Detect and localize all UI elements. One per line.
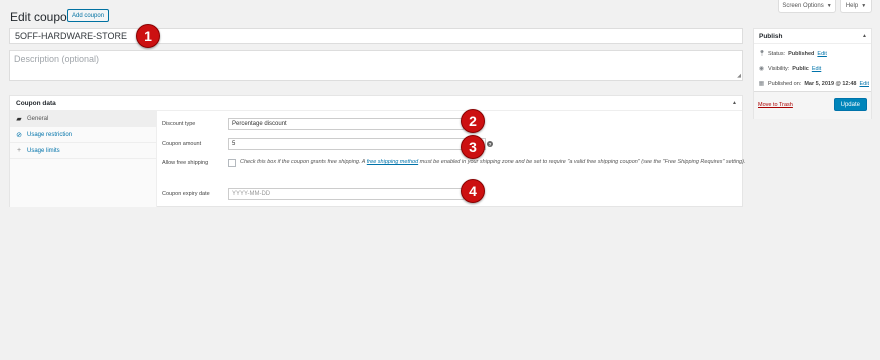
free-shipping-label: Allow free shipping xyxy=(162,160,209,166)
visibility-row: ◉ Visibility: Public Edit xyxy=(758,65,821,73)
collapse-icon[interactable]: ▲ xyxy=(862,33,867,39)
screen-options-label: Screen Options xyxy=(782,3,824,9)
status-row: 📍︎ Status: Published Edit xyxy=(758,50,827,58)
visibility-label: Visibility: xyxy=(768,65,790,72)
published-row: ▦ Published on: Mar 5, 2019 @ 12:48 Edit xyxy=(758,80,869,88)
published-label: Published on: xyxy=(768,80,802,87)
coupon-code-input[interactable]: 5OFF-HARDWARE-STORE xyxy=(9,28,743,44)
status-value: Published xyxy=(788,50,815,57)
coupon-amount-label: Coupon amount xyxy=(162,141,202,147)
resize-handle-icon[interactable]: ◢ xyxy=(737,73,741,79)
status-edit-link[interactable]: Edit xyxy=(817,51,826,57)
page-title: Edit coupon xyxy=(10,10,74,24)
expiry-date-input[interactable]: YYYY-MM-DD xyxy=(228,188,464,200)
eye-icon: ◉ xyxy=(758,66,765,72)
tab-general-label: General xyxy=(27,115,49,122)
discount-type-label: Discount type xyxy=(162,121,196,127)
tab-usage-restriction[interactable]: ⊘ Usage restriction xyxy=(10,127,156,143)
help-label: Help xyxy=(845,3,859,9)
publish-header[interactable]: Publish ▲ xyxy=(754,29,871,44)
caret-down-icon: ▼ xyxy=(861,3,867,9)
calendar-icon: ▦ xyxy=(758,81,765,87)
step-marker-1: 1 xyxy=(136,24,160,48)
visibility-edit-link[interactable]: Edit xyxy=(812,66,821,72)
published-value: Mar 5, 2019 @ 12:48 xyxy=(804,80,857,87)
help-tip-icon[interactable]: ? xyxy=(487,141,493,147)
status-label: Status: xyxy=(768,50,786,57)
coupon-data-panel: Coupon data ▲ ▰ General ⊘ Usage restrict… xyxy=(9,95,745,207)
add-coupon-button[interactable]: Add coupon xyxy=(67,9,110,22)
description-placeholder: Description (optional) xyxy=(14,54,100,64)
step-marker-4: 4 xyxy=(461,179,485,203)
visibility-value: Public xyxy=(792,65,809,72)
publish-box: Publish ▲ 📍︎ Status: Published Edit ◉ Vi… xyxy=(753,28,872,119)
coupon-amount-value: 5 xyxy=(232,141,236,147)
coupon-data-title: Coupon data xyxy=(16,99,56,107)
move-to-trash-link[interactable]: Move to Trash xyxy=(758,102,793,108)
plus-icon: + xyxy=(16,147,22,154)
update-button[interactable]: Update xyxy=(833,98,867,111)
pin-icon: 📍︎ xyxy=(758,51,766,57)
tab-usage-limits[interactable]: + Usage limits xyxy=(10,143,156,159)
caret-down-icon: ▼ xyxy=(826,3,832,9)
coupon-data-header[interactable]: Coupon data ▲ xyxy=(10,96,742,111)
discount-type-select[interactable]: Percentage discount xyxy=(228,118,464,130)
step-marker-2: 2 xyxy=(461,109,485,133)
ticket-icon: ▰ xyxy=(16,115,22,123)
free-shipping-method-link[interactable]: free shipping method xyxy=(367,159,418,165)
help-button[interactable]: Help ▼ xyxy=(840,0,872,13)
tab-usage-restriction-label: Usage restriction xyxy=(27,131,73,138)
expiry-date-placeholder: YYYY-MM-DD xyxy=(232,191,271,197)
discount-type-value: Percentage discount xyxy=(232,121,287,127)
free-shipping-text-1: Check this box if the coupon grants free… xyxy=(240,159,367,165)
tab-general[interactable]: ▰ General xyxy=(10,111,156,127)
publish-actions: Move to Trash Update xyxy=(754,91,871,119)
free-shipping-text-2: must be enabled in your shipping zone an… xyxy=(418,159,746,165)
expiry-date-label: Coupon expiry date xyxy=(162,191,210,197)
publish-title: Publish xyxy=(759,32,783,40)
restriction-icon: ⊘ xyxy=(16,131,22,139)
published-edit-link[interactable]: Edit xyxy=(860,81,869,87)
tab-usage-limits-label: Usage limits xyxy=(27,147,60,154)
step-marker-3: 3 xyxy=(461,135,485,159)
free-shipping-checkbox[interactable] xyxy=(228,159,236,167)
coupon-data-tabs: ▰ General ⊘ Usage restriction + Usage li… xyxy=(10,111,157,207)
description-textarea[interactable]: Description (optional) ◢ xyxy=(9,50,743,81)
free-shipping-description: Check this box if the coupon grants free… xyxy=(240,158,750,167)
coupon-amount-input[interactable]: 5 xyxy=(228,138,486,150)
screen-options-button[interactable]: Screen Options ▼ xyxy=(778,0,836,13)
collapse-icon[interactable]: ▲ xyxy=(732,100,737,106)
